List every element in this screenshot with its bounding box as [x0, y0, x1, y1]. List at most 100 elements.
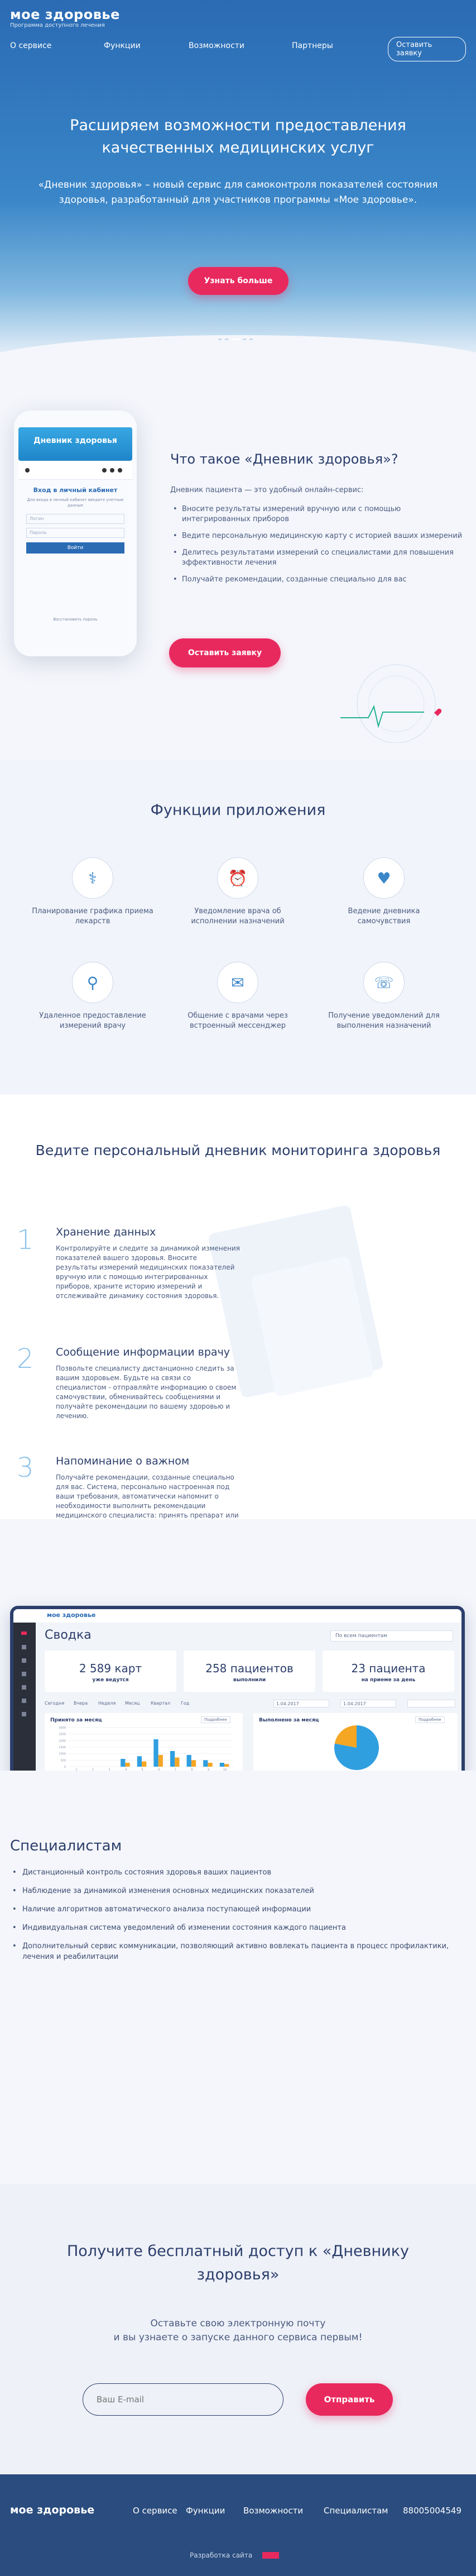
filter-month[interactable]: Месяц — [125, 1701, 140, 1706]
status-icon — [25, 468, 30, 473]
nav-item-functions[interactable]: Функции — [104, 41, 141, 50]
feature-label: Общение с врачами через встроенный мессе… — [187, 1012, 288, 1030]
forgot-password-link[interactable]: Восстановить пароль — [25, 617, 126, 622]
step-number: 3 — [17, 1452, 34, 1483]
step-title: Сообщение информации врачу — [56, 1346, 230, 1358]
bar — [224, 1764, 229, 1767]
dashboard-sidebar — [13, 1623, 36, 1776]
footer-phone[interactable]: 88005004549 — [403, 2506, 461, 2516]
heart-monitor-illustration — [340, 664, 442, 743]
about-list-item: Делитесь результатами измерений со специ… — [173, 548, 463, 568]
phone-header-title: Дневник здоровья — [33, 436, 117, 445]
stat-card: 258 пациентов выполнили — [184, 1650, 315, 1692]
diary-title: Ведите персональный дневник мониторинга … — [35, 1142, 441, 1158]
status-icon — [110, 468, 114, 473]
password-field[interactable]: Пароль — [26, 528, 124, 538]
nav-item-features[interactable]: Возможности — [189, 41, 244, 50]
brand-logo[interactable]: мое здоровье Программа доступного лечени… — [10, 7, 120, 28]
stat-label: уже ведутся — [92, 1677, 129, 1683]
feature-label: Уведомление врача об исполнении назначен… — [191, 907, 285, 926]
phone-status-strip — [18, 461, 132, 480]
feature-item: ⚕ Планирование графика приема лекарств — [31, 857, 154, 927]
sidebar-icon[interactable] — [22, 1645, 26, 1649]
patients-select[interactable]: По всем пациентам — [330, 1630, 453, 1642]
bar — [170, 1751, 175, 1767]
developer-logo[interactable] — [262, 2552, 279, 2559]
login-subtitle: Для входа в личный кабинет введите учетн… — [27, 498, 124, 508]
bar — [142, 1761, 147, 1767]
footer-link-features[interactable]: Возможности — [243, 2506, 303, 2516]
details-button[interactable]: Подробнее — [415, 1716, 445, 1723]
footer-link-functions[interactable]: Функции — [186, 2506, 225, 2516]
filter-yesterday[interactable]: Вчера — [74, 1701, 88, 1706]
bar — [175, 1757, 180, 1767]
nav-item-about[interactable]: О сервисе — [10, 41, 51, 50]
filter-today[interactable]: Сегодня — [45, 1701, 64, 1706]
date-from-input[interactable]: 1.04.2017 — [273, 1700, 329, 1707]
footer-link-about[interactable]: О сервисе — [133, 2506, 177, 2516]
date-to-input[interactable]: 1.04.2017 — [340, 1700, 396, 1707]
slider-dot[interactable] — [225, 338, 228, 340]
slider-dot-active[interactable] — [232, 338, 239, 340]
specialists-list: Дистанционный контроль состояния здоровь… — [12, 1867, 453, 1970]
status-icon — [118, 468, 122, 473]
filter-quarter[interactable]: Квартал — [151, 1701, 170, 1706]
hero-text: «Дневник здоровья» – новый сервис для са… — [38, 179, 438, 206]
step-number: 2 — [17, 1343, 34, 1375]
y-tick-label: 3000 — [59, 1726, 66, 1730]
slider-dot[interactable] — [218, 338, 222, 340]
about-title: Что такое «Дневник здоровья»? — [170, 451, 398, 467]
feature-label: Удаленное предоставление измерений врачу — [39, 1012, 146, 1030]
step-title: Хранение данных — [56, 1226, 156, 1238]
y-tick-label: 500 — [60, 1759, 66, 1762]
sidebar-icon[interactable] — [22, 1685, 26, 1690]
login-field[interactable]: Логин — [26, 514, 124, 524]
sidebar-icon[interactable] — [22, 1658, 26, 1663]
nav-item-partners[interactable]: Партнеры — [292, 41, 333, 50]
access-section — [0, 2184, 476, 2474]
feature-label: Ведение дневника самочувствия — [348, 907, 420, 926]
footer-link-specialists[interactable]: Специалистам — [324, 2506, 388, 2516]
feature-item: ♥ Ведение дневника самочувствия — [323, 857, 445, 927]
period-filters: Сегодня Вчера Неделя Месяц Квартал Год 1… — [45, 1700, 458, 1709]
email-input[interactable] — [83, 2383, 283, 2416]
submit-button[interactable]: Отправить — [306, 2383, 393, 2416]
sidebar-icon[interactable] — [22, 1699, 26, 1703]
step-text: Контролируйте и следите за динамикой изм… — [56, 1244, 240, 1300]
bar — [191, 1760, 196, 1767]
dashboard-brand: мое здоровье — [47, 1611, 96, 1619]
brand-name: мое здоровье — [10, 7, 120, 22]
sidebar-icon[interactable] — [22, 1672, 26, 1676]
dashboard-screen: мое здоровье Сводка По всем пациентам 2 … — [13, 1609, 461, 1776]
specialists-list-item: Дополнительный сервис коммуникации, позв… — [12, 1941, 453, 1962]
slider-dot[interactable] — [249, 338, 253, 340]
footer-credit: Разработка сайта — [190, 2551, 253, 2559]
request-button[interactable]: Оставить заявку — [388, 37, 466, 61]
alarm-icon: ⏰ — [217, 857, 258, 899]
dashboard-topbar: мое здоровье — [13, 1609, 461, 1623]
login-button[interactable]: Войти — [26, 542, 124, 554]
menu-icon[interactable] — [21, 1632, 27, 1635]
pie-chart — [334, 1725, 379, 1770]
stat-label: на приеме за день — [361, 1677, 416, 1683]
step-text: Позвольте специалисту дистанционно следи… — [56, 1365, 237, 1420]
search-field[interactable] — [407, 1700, 455, 1707]
specialists-section — [0, 1771, 476, 2184]
learn-more-button[interactable]: Узнать больше — [188, 267, 289, 295]
about-request-button[interactable]: Оставить заявку — [169, 638, 281, 667]
y-tick-label: 1500 — [59, 1746, 66, 1749]
sidebar-icon[interactable] — [22, 1712, 26, 1716]
stat-card: 23 пациента на приеме за день — [323, 1650, 454, 1692]
stat-value: 2 589 карт — [79, 1662, 142, 1675]
about-list-item: Вносите результаты измерений вручную или… — [173, 504, 463, 524]
hero-title: Расширяем возможности предоставления кач… — [70, 117, 406, 156]
about-list-item: Получайте рекомендации, созданные специа… — [173, 575, 463, 585]
filter-week[interactable]: Неделя — [98, 1701, 116, 1706]
filter-year[interactable]: Год — [181, 1701, 189, 1706]
feature-item: ✉ Общение с врачами через встроенный мес… — [176, 962, 299, 1031]
details-button[interactable]: Подробнее — [201, 1716, 230, 1723]
footer-brand[interactable]: мое здоровье — [10, 2504, 94, 2516]
phone-header: Дневник здоровья — [18, 427, 132, 461]
pulse-icon: ⚲ — [72, 962, 113, 1003]
slider-dot[interactable] — [243, 338, 246, 340]
